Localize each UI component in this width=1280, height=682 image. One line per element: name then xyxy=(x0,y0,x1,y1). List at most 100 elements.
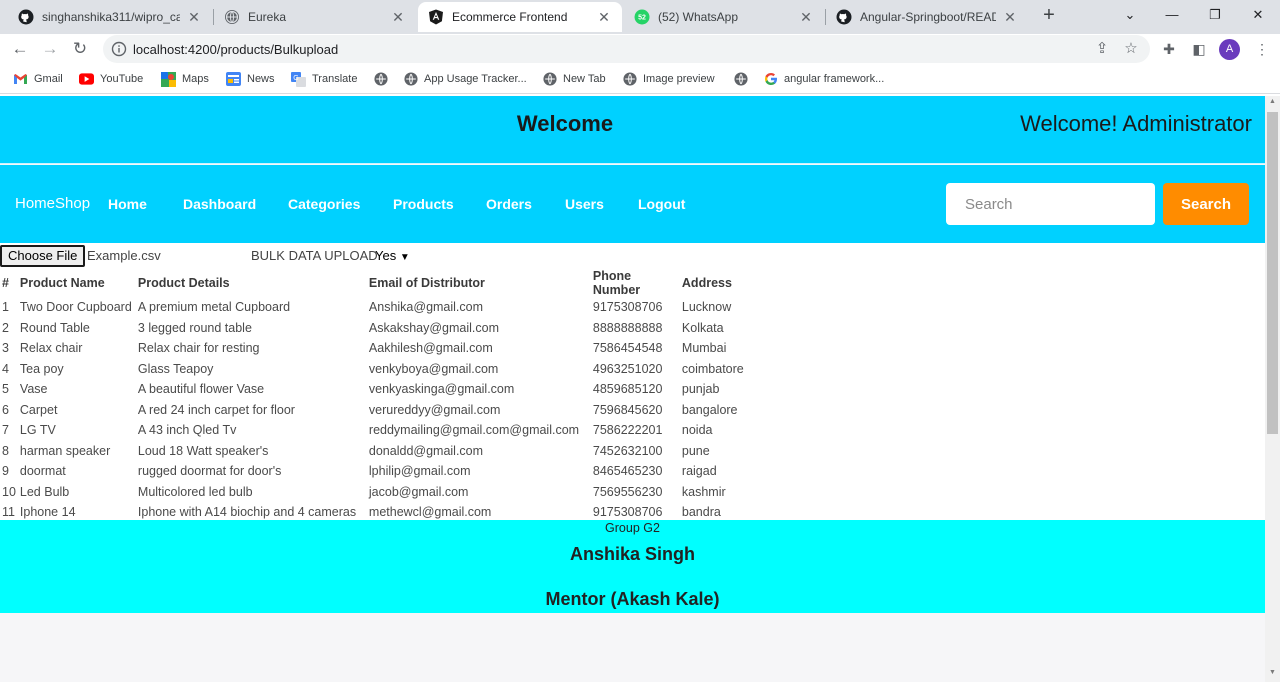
browser-tab[interactable]: 52 (52) WhatsApp ✕ xyxy=(624,2,824,32)
table-row: 2 Round Table 3 legged round table Askaksha… xyxy=(0,318,760,339)
globe-icon xyxy=(224,9,240,25)
url-text: localhost:4200/products/Bulkupload xyxy=(133,42,339,57)
back-arrow-icon[interactable]: ← xyxy=(9,38,31,60)
search-input[interactable] xyxy=(946,183,1155,225)
angular-icon xyxy=(428,9,444,25)
nav-products[interactable]: Products xyxy=(393,196,454,212)
browser-toolbar: ← → ↻ localhost:4200/products/Bulkupload… xyxy=(0,34,1280,64)
nav-home[interactable]: Home xyxy=(108,196,147,212)
page-title: Welcome xyxy=(516,111,614,136)
browser-tab[interactable]: Eureka ✕ xyxy=(214,2,416,32)
browser-tab-strip: singhanshika311/wipro_caps ✕ Eureka ✕ Ec… xyxy=(0,0,1280,34)
table-cell: Relax chair for resting xyxy=(137,341,260,356)
table-cell: A red 24 inch carpet for floor xyxy=(137,402,295,417)
bookmark-news[interactable]: News xyxy=(226,71,275,87)
close-icon[interactable]: ✕ xyxy=(596,9,612,25)
author-name: Anshika Singh xyxy=(569,544,695,564)
search-button[interactable]: Search xyxy=(1163,183,1249,225)
new-tab-button[interactable]: + xyxy=(1038,5,1060,27)
close-icon[interactable]: ✕ xyxy=(186,9,202,25)
info-icon[interactable] xyxy=(111,41,127,57)
close-icon[interactable]: ✕ xyxy=(390,9,406,25)
table-cell: 7569556230 xyxy=(592,484,663,499)
brand-link[interactable]: HomeShop xyxy=(15,195,90,212)
table-cell: Round Table xyxy=(19,320,90,335)
tab-title: Ecommerce Frontend xyxy=(452,10,568,24)
bookmark-maps[interactable]: Maps xyxy=(161,71,209,87)
table-cell: 10 xyxy=(2,484,16,499)
nav-categories[interactable]: Categories xyxy=(288,196,360,212)
bulk-upload-bar: Choose File Example.csv BULK DATA UPLOAD… xyxy=(0,243,1265,269)
table-cell: Askakshay@gmail.com xyxy=(368,320,499,335)
globe-icon xyxy=(733,72,748,87)
welcome-banner: Welcome Welcome! Administrator xyxy=(0,96,1265,164)
close-icon[interactable]: ✕ xyxy=(798,9,814,25)
extensions-puzzle-icon[interactable]: ✚ xyxy=(1160,40,1178,58)
table-cell: 7586454548 xyxy=(592,341,663,356)
close-icon[interactable]: ✕ xyxy=(1002,9,1018,25)
page-scrollbar[interactable]: ▲ ▼ xyxy=(1265,96,1280,682)
forward-arrow-icon[interactable]: → xyxy=(39,38,61,60)
table-cell: venkyboya@gmail.com xyxy=(368,361,499,376)
address-bar[interactable]: localhost:4200/products/Bulkupload ⇪ ☆ xyxy=(103,35,1150,63)
scroll-down-arrow-icon[interactable]: ▼ xyxy=(1268,669,1277,676)
bookmark-angular-framework[interactable]: angular framework... xyxy=(763,71,884,87)
table-cell: jacob@gmail.com xyxy=(368,484,469,499)
column-header: # xyxy=(2,276,9,290)
tab-search-chevron-icon[interactable]: ⌄ xyxy=(1116,3,1144,27)
scrollbar-thumb[interactable] xyxy=(1267,112,1278,434)
globe-icon xyxy=(373,72,388,87)
browser-tab[interactable]: Angular-Springboot/READM ✕ xyxy=(826,2,1028,32)
nav-logout[interactable]: Logout xyxy=(638,196,685,212)
scroll-up-arrow-icon[interactable]: ▲ xyxy=(1268,98,1277,105)
more-menu-icon[interactable]: ⋮ xyxy=(1253,40,1271,58)
bookmark-translate[interactable]: G Translate xyxy=(291,71,357,87)
table-cell: 7452632100 xyxy=(592,443,663,458)
table-cell: coimbatore xyxy=(681,361,744,376)
bookmark-star-icon[interactable]: ☆ xyxy=(1122,40,1140,58)
restore-button[interactable]: ❐ xyxy=(1201,3,1229,27)
bookmark-new-tab[interactable]: New Tab xyxy=(542,71,606,87)
bookmark-gmail[interactable]: Gmail xyxy=(13,71,63,87)
table-cell: Led Bulb xyxy=(19,484,70,499)
table-cell: Mumbai xyxy=(681,341,727,356)
bookmark-app-usage-tracker[interactable]: App Usage Tracker... xyxy=(403,71,527,87)
table-cell: Relax chair xyxy=(19,341,83,356)
table-row: 4 Tea poy Glass Teapoy venkyboya@gmail.com 4… xyxy=(0,359,760,380)
bulk-upload-value: Yes xyxy=(375,248,397,263)
github-icon xyxy=(836,9,852,25)
bookmark-label: Image preview xyxy=(643,73,715,85)
bookmark-globe[interactable] xyxy=(373,71,394,87)
bookmark-globe[interactable] xyxy=(733,71,754,87)
column-header: Email of Distributor xyxy=(368,276,485,290)
table-cell: Two Door Cupboard xyxy=(19,300,132,315)
bulk-upload-select[interactable]: Yes ▼ xyxy=(375,248,410,263)
table-cell: punjab xyxy=(681,382,720,397)
table-cell: A premium metal Cupboard xyxy=(137,300,291,315)
table-cell: 8888888888 xyxy=(592,320,663,335)
nav-users[interactable]: Users xyxy=(565,196,604,212)
table-cell: Kolkata xyxy=(681,320,724,335)
side-panel-icon[interactable]: ◧ xyxy=(1190,40,1208,58)
table-cell: bangalore xyxy=(681,402,738,417)
nav-orders[interactable]: Orders xyxy=(486,196,532,212)
bookmark-image-preview[interactable]: Image preview xyxy=(622,71,715,87)
choose-file-button[interactable]: Choose File xyxy=(0,245,86,267)
bookmark-label: Maps xyxy=(182,73,209,85)
share-icon[interactable]: ⇪ xyxy=(1093,40,1111,58)
news-icon xyxy=(226,72,241,87)
table-cell: 3 xyxy=(2,341,9,356)
bookmarks-bar: Gmail YouTube Maps News G Translate App … xyxy=(0,64,1280,94)
window-close-button[interactable]: ✕ xyxy=(1244,3,1272,27)
table-cell: Lucknow xyxy=(681,300,732,315)
table-cell: 7 xyxy=(2,423,9,438)
browser-tab-active[interactable]: Ecommerce Frontend ✕ xyxy=(418,2,622,32)
table-cell: Carpet xyxy=(19,402,58,417)
minimize-button[interactable]: — xyxy=(1158,3,1186,27)
reload-icon[interactable]: ↻ xyxy=(69,38,91,60)
profile-avatar[interactable]: A xyxy=(1219,39,1240,60)
browser-tab[interactable]: singhanshika311/wipro_caps ✕ xyxy=(8,2,212,32)
footer: Group G2 Anshika Singh Mentor (Akash Kal… xyxy=(0,520,1265,613)
nav-dashboard[interactable]: Dashboard xyxy=(183,196,256,212)
bookmark-youtube[interactable]: YouTube xyxy=(79,71,143,87)
